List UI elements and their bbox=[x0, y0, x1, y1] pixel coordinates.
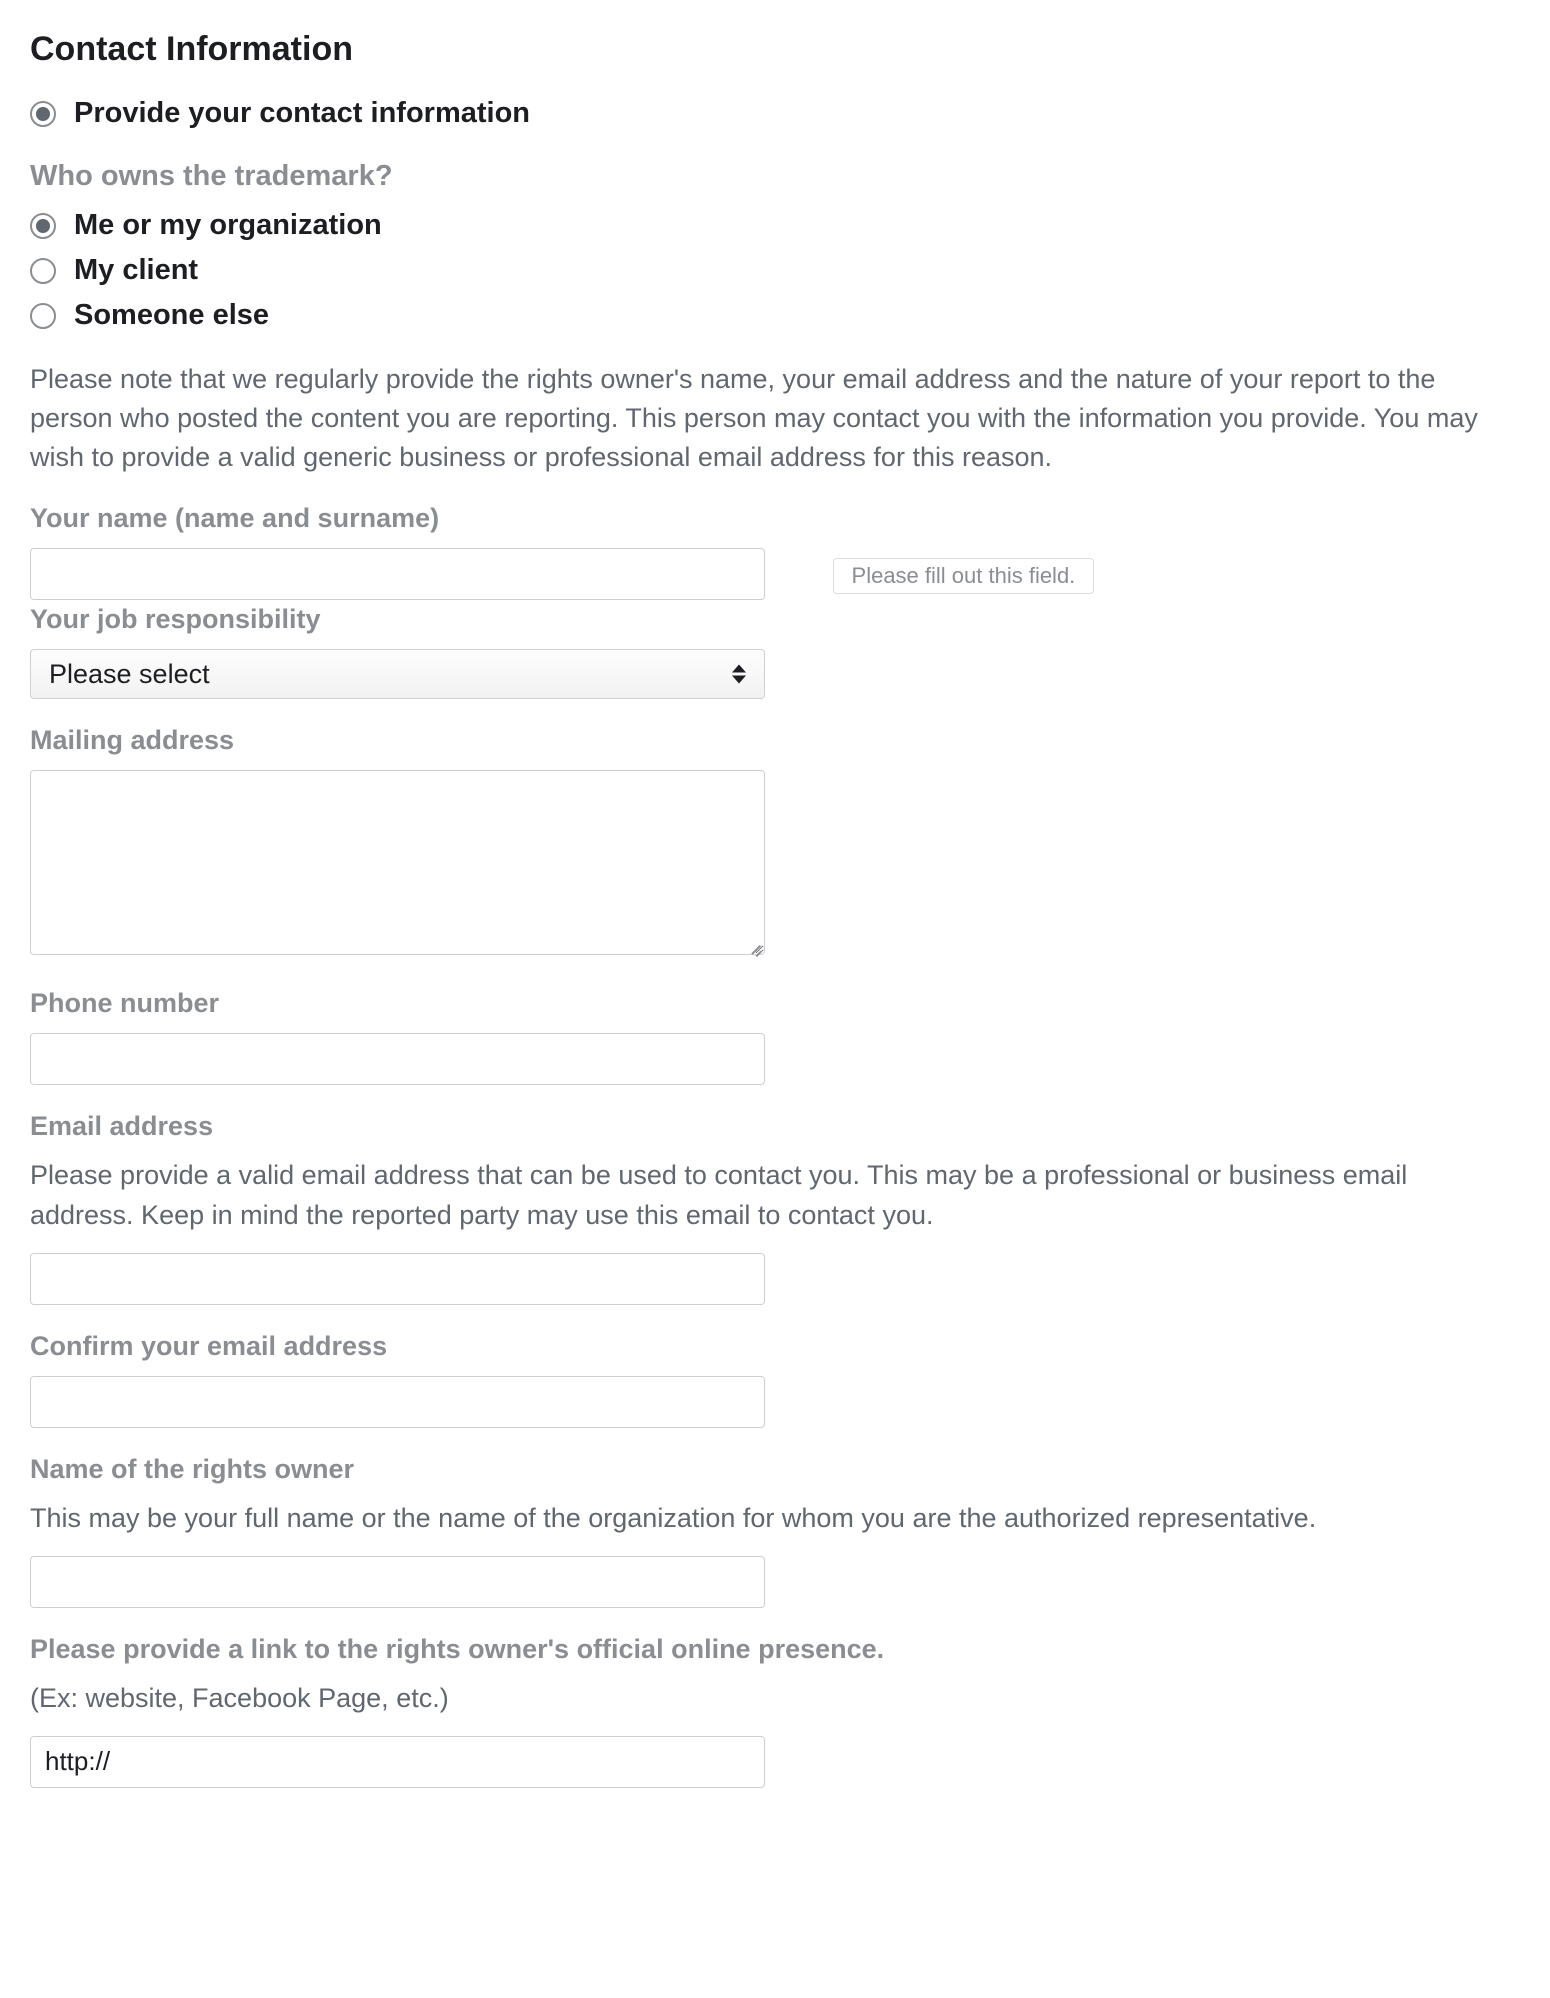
mailing-address-input[interactable] bbox=[30, 770, 765, 955]
your-name-input[interactable] bbox=[30, 548, 765, 600]
email-address-input[interactable] bbox=[30, 1253, 765, 1305]
confirm-email-input[interactable] bbox=[30, 1376, 765, 1428]
online-presence-label: Please provide a link to the rights owne… bbox=[30, 1634, 1520, 1665]
job-responsibility-select[interactable]: Please select bbox=[30, 649, 765, 699]
job-responsibility-selected: Please select bbox=[49, 659, 210, 690]
phone-number-label: Phone number bbox=[30, 988, 1520, 1019]
select-arrows-icon bbox=[731, 665, 747, 684]
email-address-label: Email address bbox=[30, 1111, 1520, 1142]
rights-owner-name-input[interactable] bbox=[30, 1556, 765, 1608]
your-name-label: Your name (name and surname) bbox=[30, 503, 1520, 534]
privacy-note: Please note that we regularly provide th… bbox=[30, 360, 1500, 477]
confirm-email-label: Confirm your email address bbox=[30, 1331, 1520, 1362]
validation-tooltip: Please fill out this field. bbox=[833, 558, 1095, 594]
owner-option-else-label: Someone else bbox=[74, 299, 269, 332]
phone-number-input[interactable] bbox=[30, 1033, 765, 1085]
mailing-address-label: Mailing address bbox=[30, 725, 1520, 756]
radio-selected-icon bbox=[30, 213, 56, 239]
radio-selected-icon bbox=[30, 101, 56, 127]
online-presence-hint: (Ex: website, Facebook Page, etc.) bbox=[30, 1679, 1500, 1718]
radio-unselected-icon bbox=[30, 258, 56, 284]
section-title: Contact Information bbox=[30, 30, 1520, 69]
owner-option-client[interactable]: My client bbox=[30, 254, 1520, 287]
provide-contact-option[interactable]: Provide your contact information bbox=[30, 97, 1520, 130]
job-responsibility-label: Your job responsibility bbox=[30, 604, 1520, 635]
rights-owner-name-hint: This may be your full name or the name o… bbox=[30, 1499, 1500, 1538]
radio-unselected-icon bbox=[30, 303, 56, 329]
owner-option-else[interactable]: Someone else bbox=[30, 299, 1520, 332]
email-address-hint: Please provide a valid email address tha… bbox=[30, 1156, 1500, 1234]
owner-option-client-label: My client bbox=[74, 254, 198, 287]
online-presence-input[interactable] bbox=[30, 1736, 765, 1788]
rights-owner-name-label: Name of the rights owner bbox=[30, 1454, 1520, 1485]
trademark-owner-question: Who owns the trademark? bbox=[30, 160, 1520, 193]
provide-contact-label: Provide your contact information bbox=[74, 97, 530, 130]
owner-option-me[interactable]: Me or my organization bbox=[30, 209, 1520, 242]
owner-option-me-label: Me or my organization bbox=[74, 209, 382, 242]
